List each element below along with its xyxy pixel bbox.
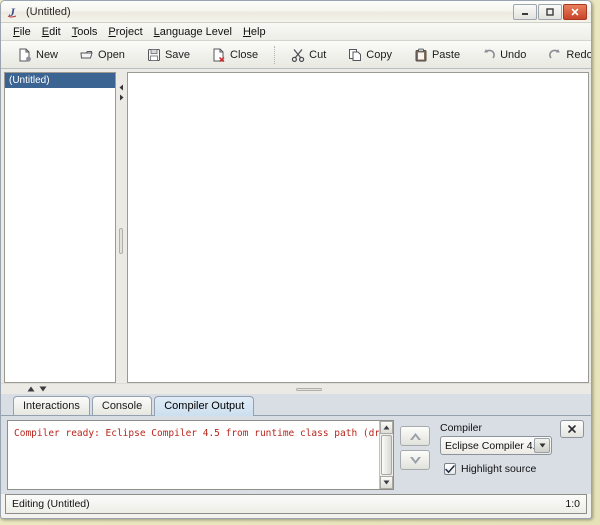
toolbar-cut-button[interactable]: Cut [281,44,336,66]
toolbar-redo-button[interactable]: Redo [538,44,592,66]
checkmark-icon [445,465,455,474]
window-title: (Untitled) [26,6,513,18]
toolbar-paste-label: Paste [432,49,460,61]
window-controls [513,4,589,20]
toolbar-close-button[interactable]: Close [202,44,268,66]
chevron-down-icon[interactable] [534,438,550,453]
tab-interactions[interactable]: Interactions [13,396,90,415]
open-folder-icon [80,48,94,62]
drjava-j-logo-icon: J [6,4,22,20]
status-bar: Editing (Untitled) 1:0 [5,494,587,514]
scroll-up-button[interactable] [380,421,393,434]
undo-arrow-icon [482,48,496,62]
compiler-dropdown[interactable]: Eclipse Compiler 4.5 [440,436,552,455]
panel-resize-arrows[interactable] [27,386,47,392]
compiler-dropdown-value: Eclipse Compiler 4.5 [445,440,541,452]
tab-console[interactable]: Console [92,396,152,415]
bottom-tab-strip: Interactions Console Compiler Output [1,394,591,416]
toolbar-save-label: Save [165,49,190,61]
menu-bar: File Edit Tools Project Language Level H… [1,23,591,41]
toolbar-paste-button[interactable]: Paste [404,44,470,66]
output-vertical-scrollbar[interactable] [379,421,393,489]
close-icon [567,424,577,434]
vertical-splitter-grip[interactable] [119,228,123,254]
toolbar-undo-button[interactable]: Undo [472,44,536,66]
compiler-output-message: Compiler ready: Eclipse Compiler 4.5 fro… [8,421,379,489]
desktop-background: J (Untitled) File Edit Tools Project Lan… [0,0,600,525]
document-list-item-untitled[interactable]: (Untitled) [5,73,115,88]
chevron-right-icon[interactable] [118,94,125,101]
highlight-source-label: Highlight source [461,463,536,475]
status-message: Editing (Untitled) [12,498,565,510]
clipboard-icon [414,48,428,62]
toolbar-copy-button[interactable]: Copy [338,44,402,66]
drjava-main-window: J (Untitled) File Edit Tools Project Lan… [0,0,592,519]
caret-position: 1:0 [565,498,580,510]
save-floppy-icon [147,48,161,62]
scroll-down-button[interactable] [380,476,393,489]
toolbar: New Open Save Close [1,41,591,69]
new-file-icon [18,48,32,62]
close-panel-button[interactable] [560,420,584,438]
toolbar-copy-label: Copy [366,49,392,61]
splitter-collapse-arrows[interactable] [118,84,125,101]
toolbar-open-button[interactable]: Open [70,44,135,66]
close-file-icon [212,48,226,62]
compiler-output-textarea[interactable]: Compiler ready: Eclipse Compiler 4.5 fro… [7,420,394,490]
toolbar-undo-label: Undo [500,49,526,61]
next-error-button[interactable] [400,450,430,470]
redo-arrow-icon [548,48,562,62]
scrollbar-thumb[interactable] [381,435,392,475]
vertical-splitter[interactable] [116,72,127,383]
toolbar-redo-label: Redo [566,49,592,61]
scissors-icon [291,48,305,62]
toolbar-new-label: New [36,49,58,61]
chevron-up-icon[interactable] [27,386,35,392]
minimize-button[interactable] [513,4,537,20]
maximize-button[interactable] [538,4,562,20]
close-window-button[interactable] [563,4,587,20]
toolbar-close-label: Close [230,49,258,61]
horizontal-splitter-grip[interactable] [296,388,322,391]
compiler-selector-group: Compiler Eclipse Compiler 4.5 Highlight … [436,420,586,490]
main-split-area: (Untitled) [1,69,591,383]
toolbar-save-button[interactable]: Save [137,44,200,66]
highlight-source-checkbox[interactable] [444,463,456,475]
title-bar: J (Untitled) [1,1,591,23]
toolbar-new-button[interactable]: New [8,44,68,66]
arrow-down-icon [409,456,422,465]
menu-language-level[interactable]: Language Level [149,25,238,39]
previous-error-button[interactable] [400,426,430,446]
tab-compiler-output[interactable]: Compiler Output [154,396,254,416]
chevron-left-icon[interactable] [118,84,125,91]
copy-pages-icon [348,48,362,62]
menu-tools[interactable]: Tools [67,25,104,39]
menu-help[interactable]: Help [238,25,272,39]
toolbar-cut-label: Cut [309,49,326,61]
toolbar-separator-1 [274,46,275,64]
menu-project[interactable]: Project [103,25,148,39]
menu-file[interactable]: File [8,25,37,39]
toolbar-open-label: Open [98,49,125,61]
arrow-up-icon [409,432,422,441]
code-editor-pane[interactable] [127,72,589,383]
chevron-down-icon[interactable] [39,386,47,392]
compiler-output-panel: Compiler ready: Eclipse Compiler 4.5 fro… [1,416,591,494]
menu-edit[interactable]: Edit [37,25,67,39]
highlight-source-row[interactable]: Highlight source [444,463,536,475]
horizontal-splitter[interactable] [1,383,591,394]
document-list-pane[interactable]: (Untitled) [4,72,116,383]
compiler-label: Compiler [440,422,482,434]
error-navigation-buttons [398,420,432,490]
